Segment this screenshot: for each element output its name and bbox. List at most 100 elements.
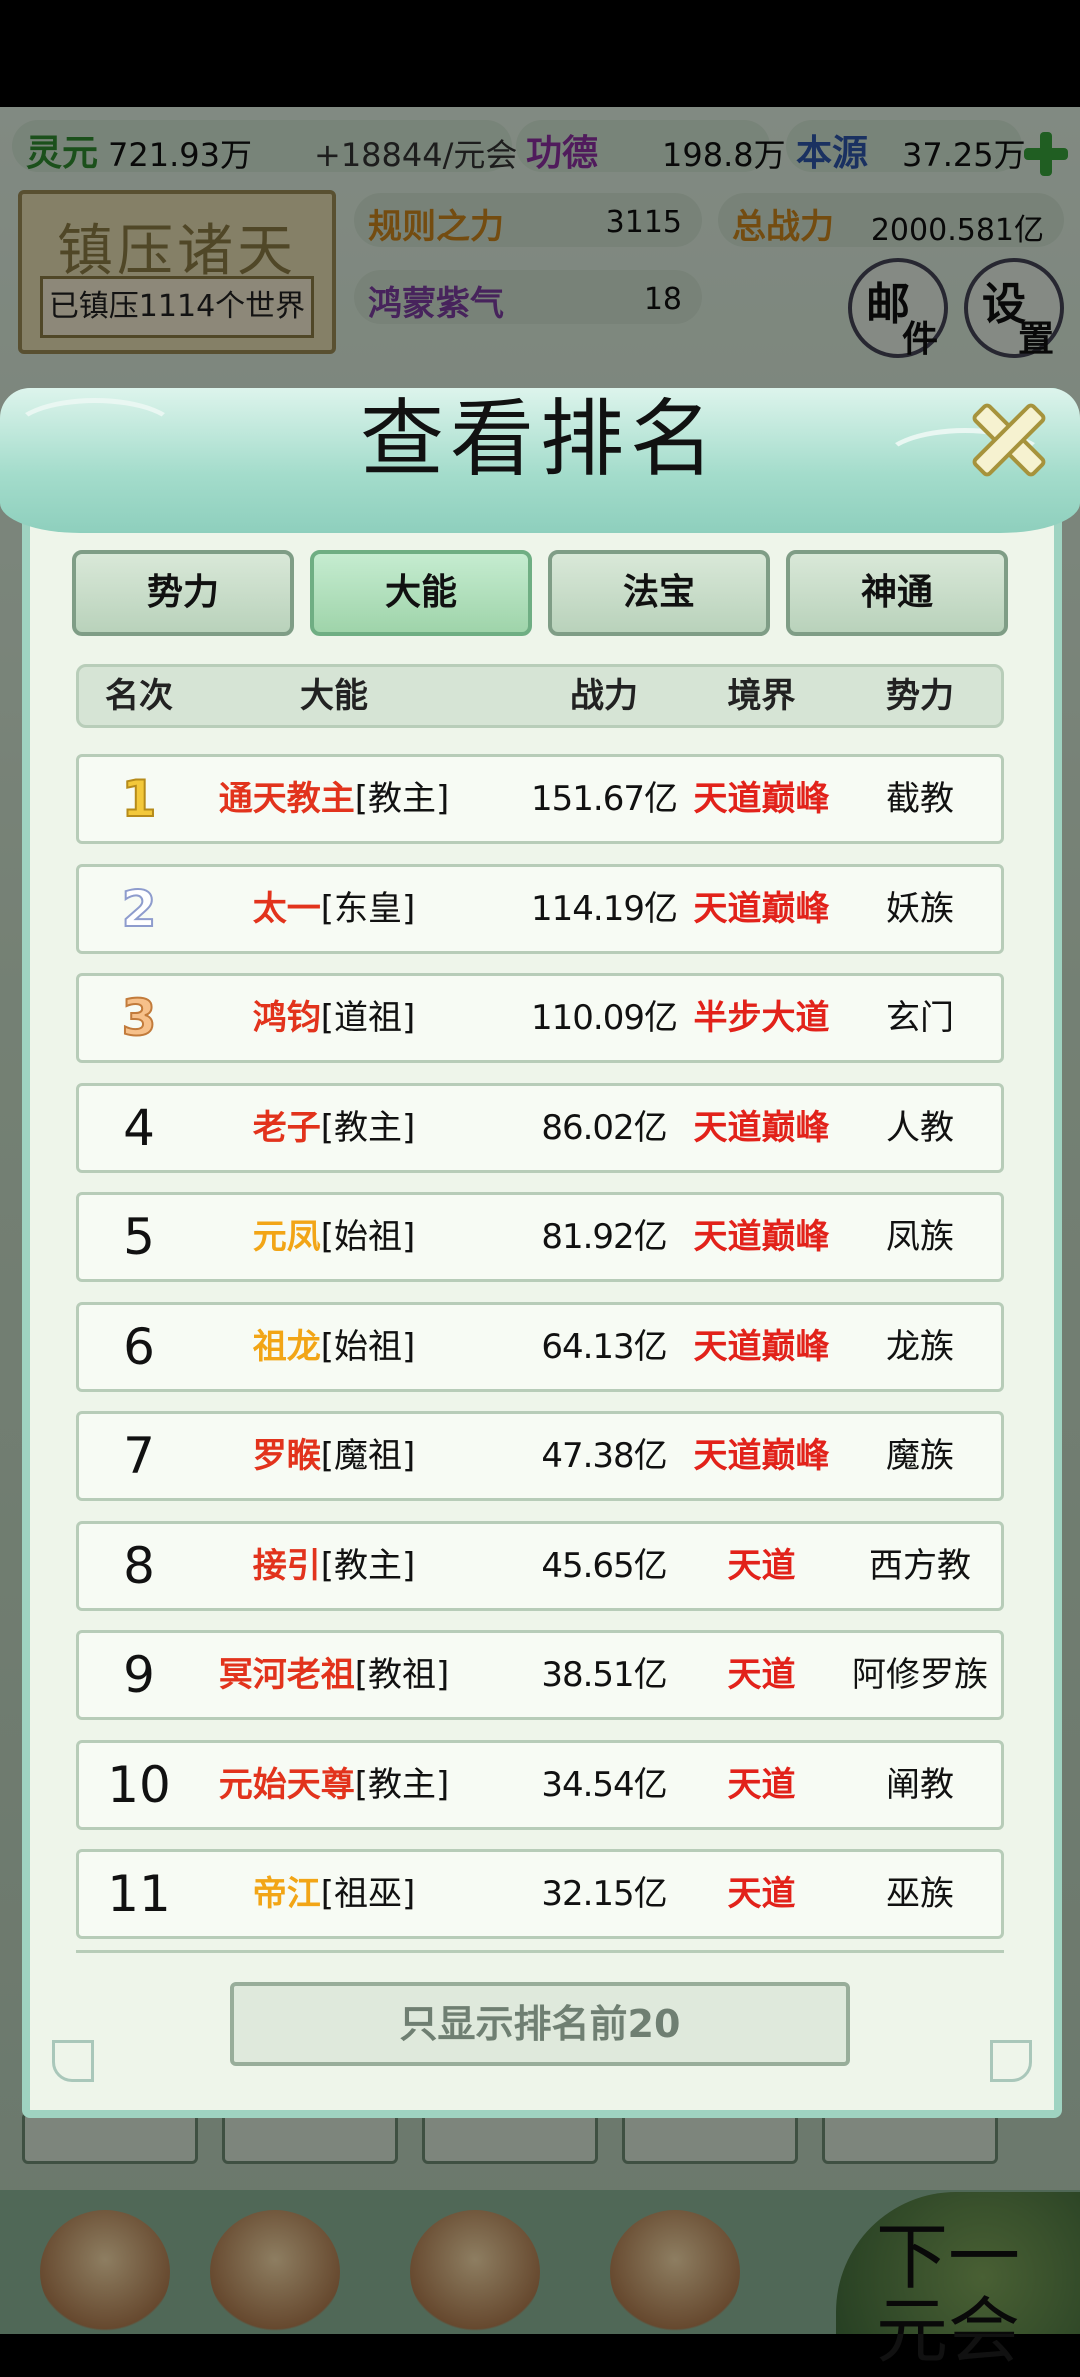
row-name: 元始天尊 [218, 1764, 355, 1805]
row-power: 45.65亿 [541, 1545, 667, 1586]
row-title: [魔祖] [320, 1436, 416, 1476]
row-name-cell: 元凤[始祖] [209, 1195, 459, 1279]
list-clip-edge [76, 1950, 1004, 1961]
row-rank: 1 [121, 769, 158, 829]
row-power: 32.15亿 [541, 1874, 667, 1914]
row-faction: 阐教 [886, 1764, 954, 1805]
row-name-cell: 通天教主[教主] [209, 757, 459, 841]
row-faction: 玄门 [886, 998, 954, 1038]
row-power: 114.19亿 [531, 888, 678, 929]
row-title: [东皇] [320, 888, 416, 929]
row-realm: 半步大道 [693, 998, 830, 1038]
row-rank: 10 [107, 1755, 171, 1814]
header-rank: 名次 [105, 676, 173, 716]
row-name: 帝江 [252, 1874, 321, 1914]
modal-title: 查看排名 [359, 390, 720, 488]
row-realm: 天道 [727, 1764, 796, 1805]
row-title: [教主] [354, 779, 450, 819]
row-rank: 2 [121, 879, 158, 939]
table-row[interactable]: 9 冥河老祖[教祖] 38.51亿 天道 阿修罗族 [76, 1630, 1004, 1720]
table-row[interactable]: 10 元始天尊[教主] 34.54亿 天道 阐教 [76, 1739, 1004, 1830]
row-realm: 天道巅峰 [693, 888, 830, 929]
header-power: 战力 [570, 676, 638, 716]
row-name-cell: 太一[东皇] [209, 867, 459, 951]
row-title: [始祖] [320, 1326, 416, 1367]
row-faction: 人教 [886, 1107, 954, 1148]
header-faction: 势力 [886, 676, 954, 716]
row-name-cell: 老子[教主] [209, 1086, 459, 1170]
row-name: 罗睺 [252, 1436, 321, 1476]
row-rank: 3 [121, 988, 158, 1048]
table-row[interactable]: 2 太一[东皇] 114.19亿 天道巅峰 妖族 [76, 863, 1004, 954]
table-row[interactable]: 8 接引[教主] 45.65亿 天道 西方教 [76, 1520, 1004, 1611]
row-title: [始祖] [320, 1217, 416, 1257]
row-name-cell: 鸿钧[道祖] [209, 976, 459, 1060]
row-realm: 天道 [727, 1545, 796, 1586]
row-name: 冥河老祖 [218, 1655, 355, 1695]
row-realm: 天道巅峰 [693, 779, 830, 819]
row-realm: 天道巅峰 [693, 1436, 830, 1476]
row-name-cell: 元始天尊[教主] [209, 1743, 459, 1827]
tab-shili[interactable]: 势力 [72, 550, 294, 636]
row-name: 通天教主 [218, 779, 355, 819]
row-title: [教主] [320, 1107, 416, 1148]
row-name-cell: 帝江[祖巫] [209, 1852, 459, 1936]
table-row[interactable]: 3 鸿钧[道祖] 110.09亿 半步大道 玄门 [76, 973, 1004, 1063]
tab-shentong[interactable]: 神通 [786, 550, 1008, 636]
row-faction: 西方教 [869, 1545, 971, 1586]
header-realm: 境界 [727, 676, 796, 716]
row-title: [教祖] [354, 1655, 450, 1695]
row-faction: 凤族 [886, 1217, 954, 1257]
row-title: [教主] [320, 1545, 416, 1586]
row-name: 接引 [252, 1545, 321, 1586]
row-name-cell: 冥河老祖[教祖] [209, 1633, 459, 1717]
row-title: [道祖] [320, 998, 416, 1038]
row-rank: 4 [123, 1098, 155, 1157]
row-realm: 天道巅峰 [693, 1107, 830, 1148]
table-row[interactable]: 1 通天教主[教主] 151.67亿 天道巅峰 截教 [76, 754, 1004, 844]
row-faction: 妖族 [886, 888, 954, 929]
row-faction: 截教 [886, 779, 954, 819]
row-faction: 巫族 [886, 1874, 954, 1914]
row-rank: 8 [123, 1536, 155, 1595]
row-realm: 天道巅峰 [693, 1217, 830, 1257]
row-rank: 11 [107, 1865, 171, 1923]
row-faction: 阿修罗族 [852, 1655, 988, 1695]
row-name: 老子 [252, 1107, 321, 1148]
row-power: 34.54亿 [541, 1764, 667, 1805]
corner-ornament-icon [990, 2040, 1032, 2082]
row-title: [教主] [354, 1764, 450, 1805]
table-row[interactable]: 4 老子[教主] 86.02亿 天道巅峰 人教 [76, 1082, 1004, 1173]
close-icon[interactable] [960, 390, 1050, 480]
row-name-cell: 接引[教主] [209, 1524, 459, 1608]
row-name: 元凤 [252, 1217, 321, 1257]
row-faction: 龙族 [886, 1326, 954, 1367]
table-row[interactable]: 5 元凤[始祖] 81.92亿 天道巅峰 凤族 [76, 1192, 1004, 1282]
row-name-cell: 祖龙[始祖] [209, 1305, 459, 1389]
row-power: 151.67亿 [531, 779, 678, 819]
row-name: 祖龙 [252, 1326, 321, 1367]
row-rank: 5 [123, 1208, 155, 1266]
row-rank: 6 [123, 1317, 155, 1376]
row-power: 47.38亿 [541, 1436, 667, 1476]
row-rank: 7 [123, 1427, 155, 1485]
row-name-cell: 罗睺[魔祖] [209, 1414, 459, 1498]
table-row[interactable]: 7 罗睺[魔祖] 47.38亿 天道巅峰 魔族 [76, 1411, 1004, 1501]
tab-daneng[interactable]: 大能 [310, 550, 532, 636]
row-realm: 天道 [727, 1655, 796, 1695]
row-title: [祖巫] [320, 1874, 416, 1914]
row-realm: 天道巅峰 [693, 1326, 830, 1367]
row-faction: 魔族 [886, 1436, 954, 1476]
tab-fabao[interactable]: 法宝 [548, 550, 770, 636]
row-power: 110.09亿 [531, 998, 678, 1038]
show-top20-button[interactable]: 只显示排名前20 [230, 1982, 850, 2066]
row-power: 81.92亿 [541, 1217, 667, 1257]
table-row[interactable]: 11 帝江[祖巫] 32.15亿 天道 巫族 [76, 1849, 1004, 1939]
row-realm: 天道 [727, 1874, 796, 1914]
row-name: 太一 [252, 888, 321, 929]
header-name: 大能 [300, 676, 368, 716]
row-power: 86.02亿 [541, 1107, 667, 1148]
table-row[interactable]: 6 祖龙[始祖] 64.13亿 天道巅峰 龙族 [76, 1301, 1004, 1392]
row-name: 鸿钧 [252, 998, 321, 1038]
row-power: 38.51亿 [541, 1655, 667, 1695]
